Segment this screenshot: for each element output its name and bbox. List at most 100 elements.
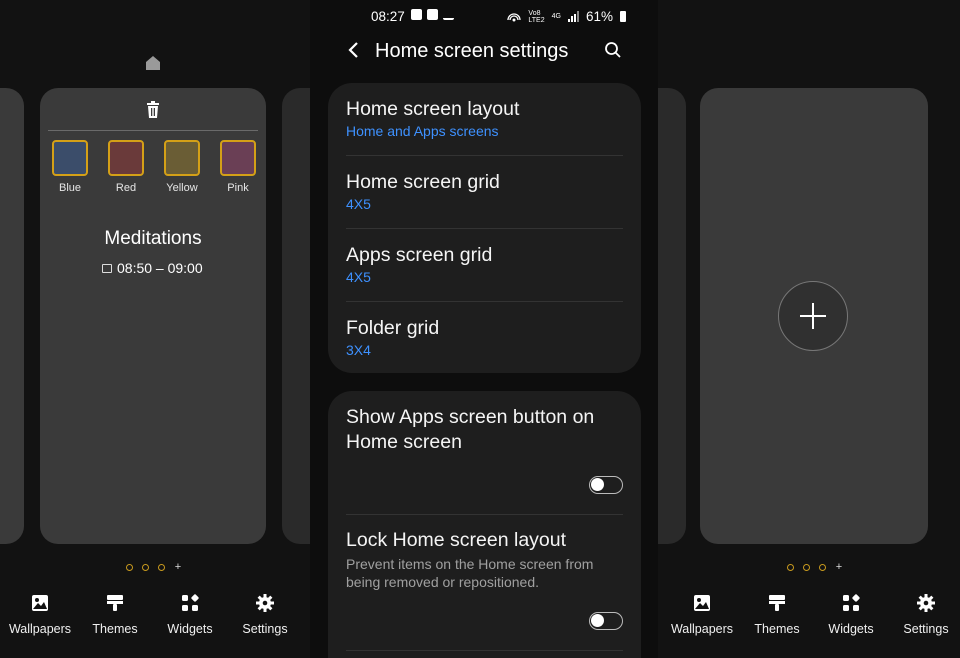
swatch-blue[interactable]	[52, 140, 88, 176]
image-icon	[427, 9, 438, 20]
bottom-nav-right: Wallpapers Themes Widgets Settings	[658, 590, 960, 650]
nav-label: Widgets	[828, 622, 874, 636]
event-time-text: 08:50 – 09:00	[117, 260, 203, 276]
page-dot[interactable]	[142, 564, 149, 571]
home-page-icon[interactable]	[145, 55, 161, 71]
setting-description: Prevent items on the Home screen from be…	[346, 556, 594, 590]
page-indicator: +	[787, 562, 843, 573]
toggle-knob	[591, 614, 604, 627]
setting-folder-grid[interactable]: Folder grid 3X4	[346, 316, 623, 358]
wallpaper-icon	[32, 595, 48, 611]
lte-label: LTE2	[528, 16, 545, 24]
message-icon	[411, 9, 422, 20]
nav-widgets[interactable]: Widgets	[811, 590, 891, 636]
bottom-nav-left: Wallpapers Themes Widgets Settings	[0, 590, 310, 650]
setting-value: Home and Apps screens	[346, 123, 499, 139]
calendar-icon	[102, 263, 112, 273]
signal-icon	[567, 11, 579, 22]
empty-page-card[interactable]	[700, 88, 928, 544]
nav-themes[interactable]: Themes	[737, 590, 817, 636]
setting-title: Folder grid	[346, 317, 440, 339]
setting-value: 4X5	[346, 269, 371, 285]
row-divider	[346, 155, 623, 156]
nav-label: Widgets	[167, 622, 213, 636]
nav-widgets[interactable]: Widgets	[150, 590, 230, 636]
row-divider	[346, 650, 623, 651]
setting-apps-screen-grid[interactable]: Apps screen grid 4X5	[346, 243, 623, 285]
widgets-icon	[843, 594, 860, 611]
swatch-pink[interactable]	[220, 140, 256, 176]
widgets-icon	[182, 594, 199, 611]
setting-home-screen-grid[interactable]: Home screen grid 4X5	[346, 170, 623, 212]
setting-lock-layout[interactable]: Lock Home screen layout Prevent items on…	[346, 528, 623, 591]
hotspot-icon	[507, 12, 522, 21]
volte-label: Vo8	[528, 9, 541, 17]
battery-icon	[620, 11, 626, 22]
page-title: Home screen settings	[375, 40, 569, 62]
nav-label: Settings	[903, 622, 949, 636]
setting-title: Lock Home screen layout	[346, 529, 567, 551]
toggle-settings-group: Show Apps screen button on Home screen L…	[328, 391, 641, 658]
setting-title: Apps screen grid	[346, 244, 493, 266]
row-divider	[346, 301, 623, 302]
nav-wallpapers[interactable]: Wallpapers	[0, 590, 80, 636]
event-time: 08:50 – 09:00	[102, 260, 203, 276]
page-dot[interactable]	[803, 564, 810, 571]
lock-layout-toggle[interactable]	[589, 612, 623, 630]
nav-wallpapers[interactable]: Wallpapers	[662, 590, 742, 636]
shuffle-icon	[443, 9, 454, 20]
setting-title: Home screen layout	[346, 98, 520, 120]
wallpaper-icon	[694, 595, 710, 611]
add-page-button[interactable]	[778, 281, 848, 351]
notification-icons	[411, 9, 454, 20]
app-bar: Home screen settings	[310, 34, 658, 82]
brush-icon	[769, 595, 785, 611]
event-title: Meditations	[104, 228, 202, 249]
page-dot[interactable]	[787, 564, 794, 571]
swatch-label-yellow: Yellow	[166, 182, 198, 194]
grid-settings-group: Home screen layout Home and Apps screens…	[328, 83, 641, 373]
home-page-card[interactable]: Blue Red Yellow Pink Meditations 08:50 –…	[40, 88, 266, 544]
search-icon[interactable]	[603, 40, 623, 60]
nav-label: Themes	[754, 622, 800, 636]
setting-title: Show Apps screen button on Home screen	[346, 406, 595, 453]
row-divider	[346, 228, 623, 229]
right-home-editor-panel: + Wallpapers Themes Widgets Settings	[658, 0, 960, 658]
add-page-dot[interactable]: +	[835, 562, 843, 573]
page-dot[interactable]	[819, 564, 826, 571]
setting-value: 4X5	[346, 196, 371, 212]
setting-apps-button[interactable]: Show Apps screen button on Home screen	[346, 405, 596, 455]
plus-icon	[800, 303, 826, 329]
swatch-red[interactable]	[108, 140, 144, 176]
nav-settings[interactable]: Settings	[886, 590, 960, 636]
gear-icon	[256, 594, 274, 612]
gear-icon	[917, 594, 935, 612]
next-page-card[interactable]	[282, 88, 310, 544]
page-dot[interactable]	[126, 564, 133, 571]
nav-themes[interactable]: Themes	[75, 590, 155, 636]
battery-percent: 61%	[585, 9, 613, 24]
swatch-label-blue: Blue	[58, 182, 82, 194]
nav-label: Settings	[242, 622, 288, 636]
setting-home-screen-layout[interactable]: Home screen layout Home and Apps screens	[346, 97, 623, 139]
status-time: 08:27	[371, 9, 405, 24]
nav-label: Wallpapers	[670, 622, 734, 636]
previous-page-card[interactable]	[658, 88, 686, 544]
apps-button-toggle[interactable]	[589, 476, 623, 494]
swatch-label-red: Red	[115, 182, 137, 194]
home-screen-settings-panel: 08:27 Vo8 LTE2 4G 61% Home screen settin…	[310, 0, 658, 658]
trash-icon[interactable]	[143, 100, 163, 120]
left-home-editor-panel: Blue Red Yellow Pink Meditations 08:50 –…	[0, 0, 310, 658]
swatch-yellow[interactable]	[164, 140, 200, 176]
nav-label: Wallpapers	[8, 622, 72, 636]
nav-label: Themes	[92, 622, 138, 636]
page-dot[interactable]	[158, 564, 165, 571]
nav-settings[interactable]: Settings	[225, 590, 305, 636]
network-type: 4G	[551, 13, 561, 20]
add-page-dot[interactable]: +	[174, 562, 182, 573]
previous-page-card[interactable]	[0, 88, 24, 544]
row-divider	[346, 514, 623, 515]
back-arrow-icon[interactable]	[344, 40, 364, 60]
brush-icon	[107, 595, 123, 611]
swatch-label-pink: Pink	[227, 182, 249, 194]
